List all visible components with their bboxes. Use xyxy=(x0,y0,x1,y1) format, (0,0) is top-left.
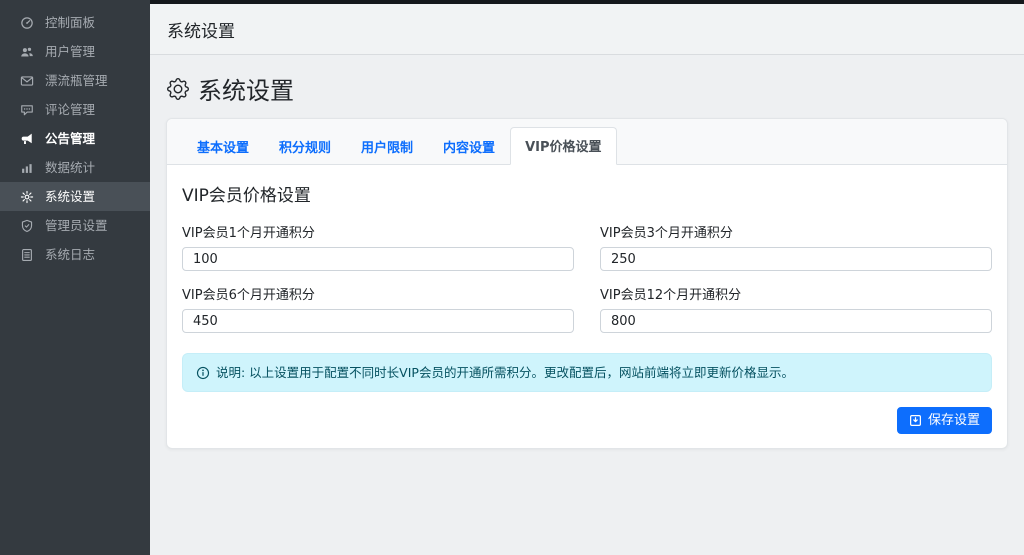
vip-3-month-label: VIP会员3个月开通积分 xyxy=(600,222,992,241)
file-list-icon xyxy=(19,247,34,262)
vip-6-month-label: VIP会员6个月开通积分 xyxy=(182,284,574,303)
sidebar-item-users[interactable]: 用户管理 xyxy=(0,37,150,66)
sidebar-item-label: 评论管理 xyxy=(45,102,95,117)
field-vip-12-month: VIP会员12个月开通积分 xyxy=(600,284,992,333)
sidebar-item-announcements[interactable]: 公告管理 xyxy=(0,124,150,153)
sidebar-item-label: 漂流瓶管理 xyxy=(45,73,108,88)
save-icon xyxy=(909,414,922,427)
tab-points[interactable]: 积分规则 xyxy=(264,128,346,165)
sidebar-item-label: 系统设置 xyxy=(45,189,95,204)
sidebar-item-system-logs[interactable]: 系统日志 xyxy=(0,240,150,269)
vip-price-form: VIP会员1个月开通积分 VIP会员3个月开通积分 VIP会员6个月开通积分 VIP会… xyxy=(182,222,992,333)
vip-12-month-label: VIP会员12个月开通积分 xyxy=(600,284,992,303)
field-vip-3-month: VIP会员3个月开通积分 xyxy=(600,222,992,271)
top-navbar: 系统设置 xyxy=(150,4,1024,55)
sidebar-item-label: 管理员设置 xyxy=(45,218,108,233)
sidebar: 控制面板用户管理漂流瓶管理评论管理公告管理数据统计系统设置管理员设置系统日志 xyxy=(0,0,150,555)
sidebar-item-admin-settings[interactable]: 管理员设置 xyxy=(0,211,150,240)
sidebar-item-system-settings[interactable]: 系统设置 xyxy=(0,182,150,211)
sidebar-menu: 控制面板用户管理漂流瓶管理评论管理公告管理数据统计系统设置管理员设置系统日志 xyxy=(0,8,150,269)
save-settings-button[interactable]: 保存设置 xyxy=(897,407,992,434)
main-area: 系统设置 系统设置 基本设置积分规则用户限制内容设置VIP价格设置 VIP会员价… xyxy=(150,0,1024,555)
vip-6-month-input[interactable] xyxy=(182,309,574,333)
sidebar-item-label: 控制面板 xyxy=(45,15,95,30)
sidebar-item-comments[interactable]: 评论管理 xyxy=(0,95,150,124)
vip-1-month-label: VIP会员1个月开通积分 xyxy=(182,222,574,241)
shield-icon xyxy=(19,218,34,233)
field-vip-1-month: VIP会员1个月开通积分 xyxy=(182,222,574,271)
tab-content[interactable]: 内容设置 xyxy=(428,128,510,165)
gear-icon xyxy=(167,78,189,100)
info-alert-text: 说明: 以上设置用于配置不同时长VIP会员的开通所需积分。更改配置后，网站前端将… xyxy=(216,364,794,381)
sidebar-item-label: 公告管理 xyxy=(45,131,95,146)
bullhorn-icon xyxy=(19,131,34,146)
tab-bar: 基本设置积分规则用户限制内容设置VIP价格设置 xyxy=(167,119,1007,165)
actions-row: 保存设置 xyxy=(182,407,992,434)
sidebar-item-label: 数据统计 xyxy=(45,160,95,175)
sidebar-item-label: 用户管理 xyxy=(45,44,95,59)
settings-card: 基本设置积分规则用户限制内容设置VIP价格设置 VIP会员价格设置 VIP会员1… xyxy=(166,118,1008,449)
sidebar-item-label: 系统日志 xyxy=(45,247,95,262)
page-title: 系统设置 xyxy=(150,55,1024,118)
vip-1-month-input[interactable] xyxy=(182,247,574,271)
sidebar-item-bottles[interactable]: 漂流瓶管理 xyxy=(0,66,150,95)
page-title-text: 系统设置 xyxy=(198,71,294,106)
sidebar-item-statistics[interactable]: 数据统计 xyxy=(0,153,150,182)
sidebar-item-dashboard[interactable]: 控制面板 xyxy=(0,8,150,37)
section-title: VIP会员价格设置 xyxy=(182,181,992,206)
gauge-icon xyxy=(19,15,34,30)
app-window: 控制面板用户管理漂流瓶管理评论管理公告管理数据统计系统设置管理员设置系统日志 系… xyxy=(0,0,1024,555)
gear-icon xyxy=(19,189,34,204)
info-icon xyxy=(196,366,210,380)
vip-12-month-input[interactable] xyxy=(600,309,992,333)
field-vip-6-month: VIP会员6个月开通积分 xyxy=(182,284,574,333)
tab-basic[interactable]: 基本设置 xyxy=(182,128,264,165)
users-icon xyxy=(19,44,34,59)
navbar-title: 系统设置 xyxy=(167,17,235,42)
envelope-icon xyxy=(19,73,34,88)
vip-3-month-input[interactable] xyxy=(600,247,992,271)
save-button-label: 保存设置 xyxy=(928,412,980,429)
card-body: VIP会员价格设置 VIP会员1个月开通积分 VIP会员3个月开通积分 VIP会员6… xyxy=(167,165,1007,448)
tab-vip-price[interactable]: VIP价格设置 xyxy=(510,127,616,165)
info-alert: 说明: 以上设置用于配置不同时长VIP会员的开通所需积分。更改配置后，网站前端将… xyxy=(182,353,992,392)
tab-limits[interactable]: 用户限制 xyxy=(346,128,428,165)
comment-icon xyxy=(19,102,34,117)
chart-bar-icon xyxy=(19,160,34,175)
